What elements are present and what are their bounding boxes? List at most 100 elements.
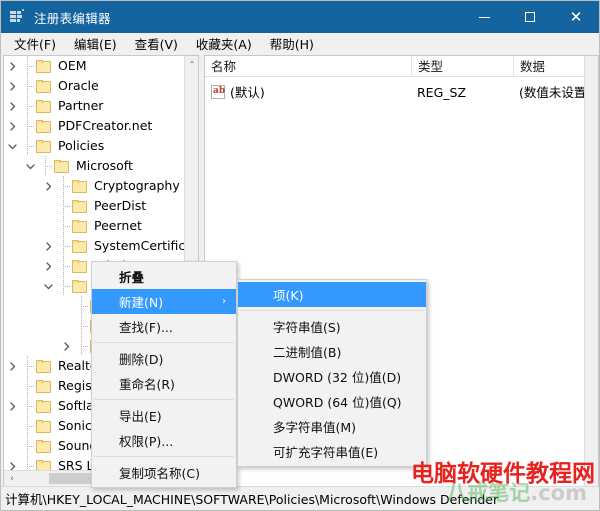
column-header-name[interactable]: 名称 — [205, 56, 412, 77]
tree-context-menu[interactable]: 折叠新建(N)›查找(F)... 删除(D)重命名(R) 导出(E) 权限(P)...… — [91, 261, 237, 488]
folder-icon — [36, 100, 51, 113]
value-name: (默认) — [230, 82, 265, 103]
submenu-item-label: DWORD (32 位)值(D) — [273, 367, 401, 386]
tree-item-label: PDFCreator.net — [55, 117, 155, 135]
window-title: 注册表编辑器 — [34, 8, 461, 27]
menu-edit[interactable]: 编辑(E) — [65, 32, 126, 56]
folder-icon — [36, 440, 51, 453]
close-button[interactable]: ✕ — [553, 1, 599, 33]
context-menu-item-4[interactable]: 重命名(R) — [92, 371, 236, 396]
context-menu-item-0[interactable]: 折叠 — [92, 264, 236, 289]
tree-guide-line — [56, 216, 72, 236]
title-bar: 注册表编辑器 ✕ — [1, 1, 599, 33]
context-menu-item-label: 权限(P)... — [119, 431, 173, 450]
values-header-row: 名称 类型 数据 — [205, 56, 598, 77]
tree-item-label: Partner — [55, 97, 106, 115]
context-menu-item-1[interactable]: 新建(N)› — [92, 289, 236, 314]
menu-favorites[interactable]: 收藏夹(A) — [187, 32, 261, 56]
tree-item-peernet[interactable]: Peernet — [4, 216, 186, 236]
folder-icon — [36, 120, 51, 133]
folder-icon — [36, 80, 51, 93]
chevron-down-icon[interactable] — [40, 276, 56, 296]
context-menu-item-5[interactable]: 导出(E) — [92, 403, 236, 428]
chevron-right-icon[interactable] — [40, 176, 56, 196]
window-controls: ✕ — [461, 1, 599, 33]
tree-scroll-left-icon[interactable]: ‹ — [4, 471, 20, 486]
maximize-icon — [525, 12, 535, 22]
folder-icon — [72, 180, 87, 193]
tree-guide-line — [20, 456, 36, 470]
chevron-down-icon[interactable] — [22, 156, 38, 176]
folder-icon — [72, 240, 87, 253]
chevron-right-icon[interactable] — [40, 256, 56, 276]
tree-scroll-up-icon[interactable]: ⌃ — [185, 56, 199, 72]
minimize-icon — [479, 17, 490, 18]
new-submenu[interactable]: 项(K) 字符串值(S) 二进制值(B) DWORD (32 位)值(D) QWORD … — [237, 279, 427, 467]
column-header-data[interactable]: 数据 — [514, 56, 585, 77]
submenu-item-label: 字符串值(S) — [273, 317, 341, 336]
folder-icon — [36, 60, 51, 73]
chevron-right-icon[interactable] — [4, 356, 20, 376]
context-menu-item-3[interactable]: 删除(D) — [92, 346, 236, 371]
tree-item-oracle[interactable]: Oracle — [4, 76, 186, 96]
chevron-right-icon[interactable] — [4, 56, 20, 76]
tree-item-microsoft[interactable]: Microsoft — [4, 156, 186, 176]
submenu-item-6[interactable]: 可扩充字符串值(E) — [238, 439, 426, 464]
ab-string-icon: ab — [211, 85, 225, 99]
tree-indent — [4, 176, 40, 196]
tree-item-peerdist[interactable]: PeerDist — [4, 196, 186, 216]
submenu-item-label: 可扩充字符串值(E) — [273, 442, 378, 461]
menu-view[interactable]: 查看(V) — [126, 32, 187, 56]
tree-spacer — [58, 296, 74, 316]
tree-item-label: SystemCertificates — [91, 237, 186, 255]
submenu-separator — [240, 310, 424, 311]
tree-guide-line — [74, 336, 90, 356]
tree-item-partner[interactable]: Partner — [4, 96, 186, 116]
tree-item-pdfcreator-net[interactable]: PDFCreator.net — [4, 116, 186, 136]
submenu-item-label: QWORD (64 位)值(Q) — [273, 392, 402, 411]
context-menu-item-7[interactable]: 复制项名称(C) — [92, 460, 236, 485]
submenu-item-4[interactable]: QWORD (64 位)值(Q) — [238, 389, 426, 414]
folder-icon — [36, 140, 51, 153]
submenu-item-5[interactable]: 多字符串值(M) — [238, 414, 426, 439]
chevron-right-icon[interactable] — [4, 76, 20, 96]
chevron-right-icon[interactable] — [58, 336, 74, 356]
column-header-type[interactable]: 类型 — [412, 56, 514, 77]
submenu-item-2[interactable]: 二进制值(B) — [238, 339, 426, 364]
chevron-right-icon[interactable] — [4, 96, 20, 116]
tree-spacer — [40, 216, 56, 236]
tree-indent — [4, 216, 40, 236]
maximize-button[interactable] — [507, 1, 553, 33]
context-menu-separator — [94, 399, 234, 400]
folder-icon — [36, 460, 51, 471]
chevron-right-icon[interactable] — [40, 236, 56, 256]
tree-indent — [4, 236, 40, 256]
folder-icon — [36, 400, 51, 413]
context-menu-item-6[interactable]: 权限(P)... — [92, 428, 236, 453]
table-row[interactable]: ab (默认) REG_SZ (数值未设置) — [205, 82, 598, 103]
submenu-item-1[interactable]: 字符串值(S) — [238, 314, 426, 339]
chevron-right-icon[interactable] — [4, 396, 20, 416]
tree-guide-line — [20, 356, 36, 376]
menu-file[interactable]: 文件(F) — [5, 32, 65, 56]
submenu-item-3[interactable]: DWORD (32 位)值(D) — [238, 364, 426, 389]
submenu-arrow-icon: › — [222, 297, 226, 307]
tree-item-oem[interactable]: OEM — [4, 56, 186, 76]
context-menu-item-2[interactable]: 查找(F)... — [92, 314, 236, 339]
tree-item-label: PeerDist — [91, 197, 149, 215]
values-vertical-scrollbar[interactable] — [584, 56, 598, 486]
status-path: 计算机\HKEY_LOCAL_MACHINE\SOFTWARE\Policies… — [1, 489, 498, 508]
tree-guide-line — [20, 376, 36, 396]
chevron-right-icon[interactable] — [4, 456, 20, 470]
tree-item-cryptography[interactable]: Cryptography — [4, 176, 186, 196]
context-menu-item-label: 导出(E) — [119, 406, 162, 425]
tree-item-systemcertificates[interactable]: SystemCertificates — [4, 236, 186, 256]
chevron-down-icon[interactable] — [4, 136, 20, 156]
minimize-button[interactable] — [461, 1, 507, 33]
tree-guide-line — [20, 436, 36, 456]
menu-help[interactable]: 帮助(H) — [261, 32, 323, 56]
submenu-item-0[interactable]: 项(K) — [238, 282, 426, 307]
chevron-right-icon[interactable] — [4, 116, 20, 136]
tree-guide-line — [74, 316, 90, 336]
tree-item-policies[interactable]: Policies — [4, 136, 186, 156]
